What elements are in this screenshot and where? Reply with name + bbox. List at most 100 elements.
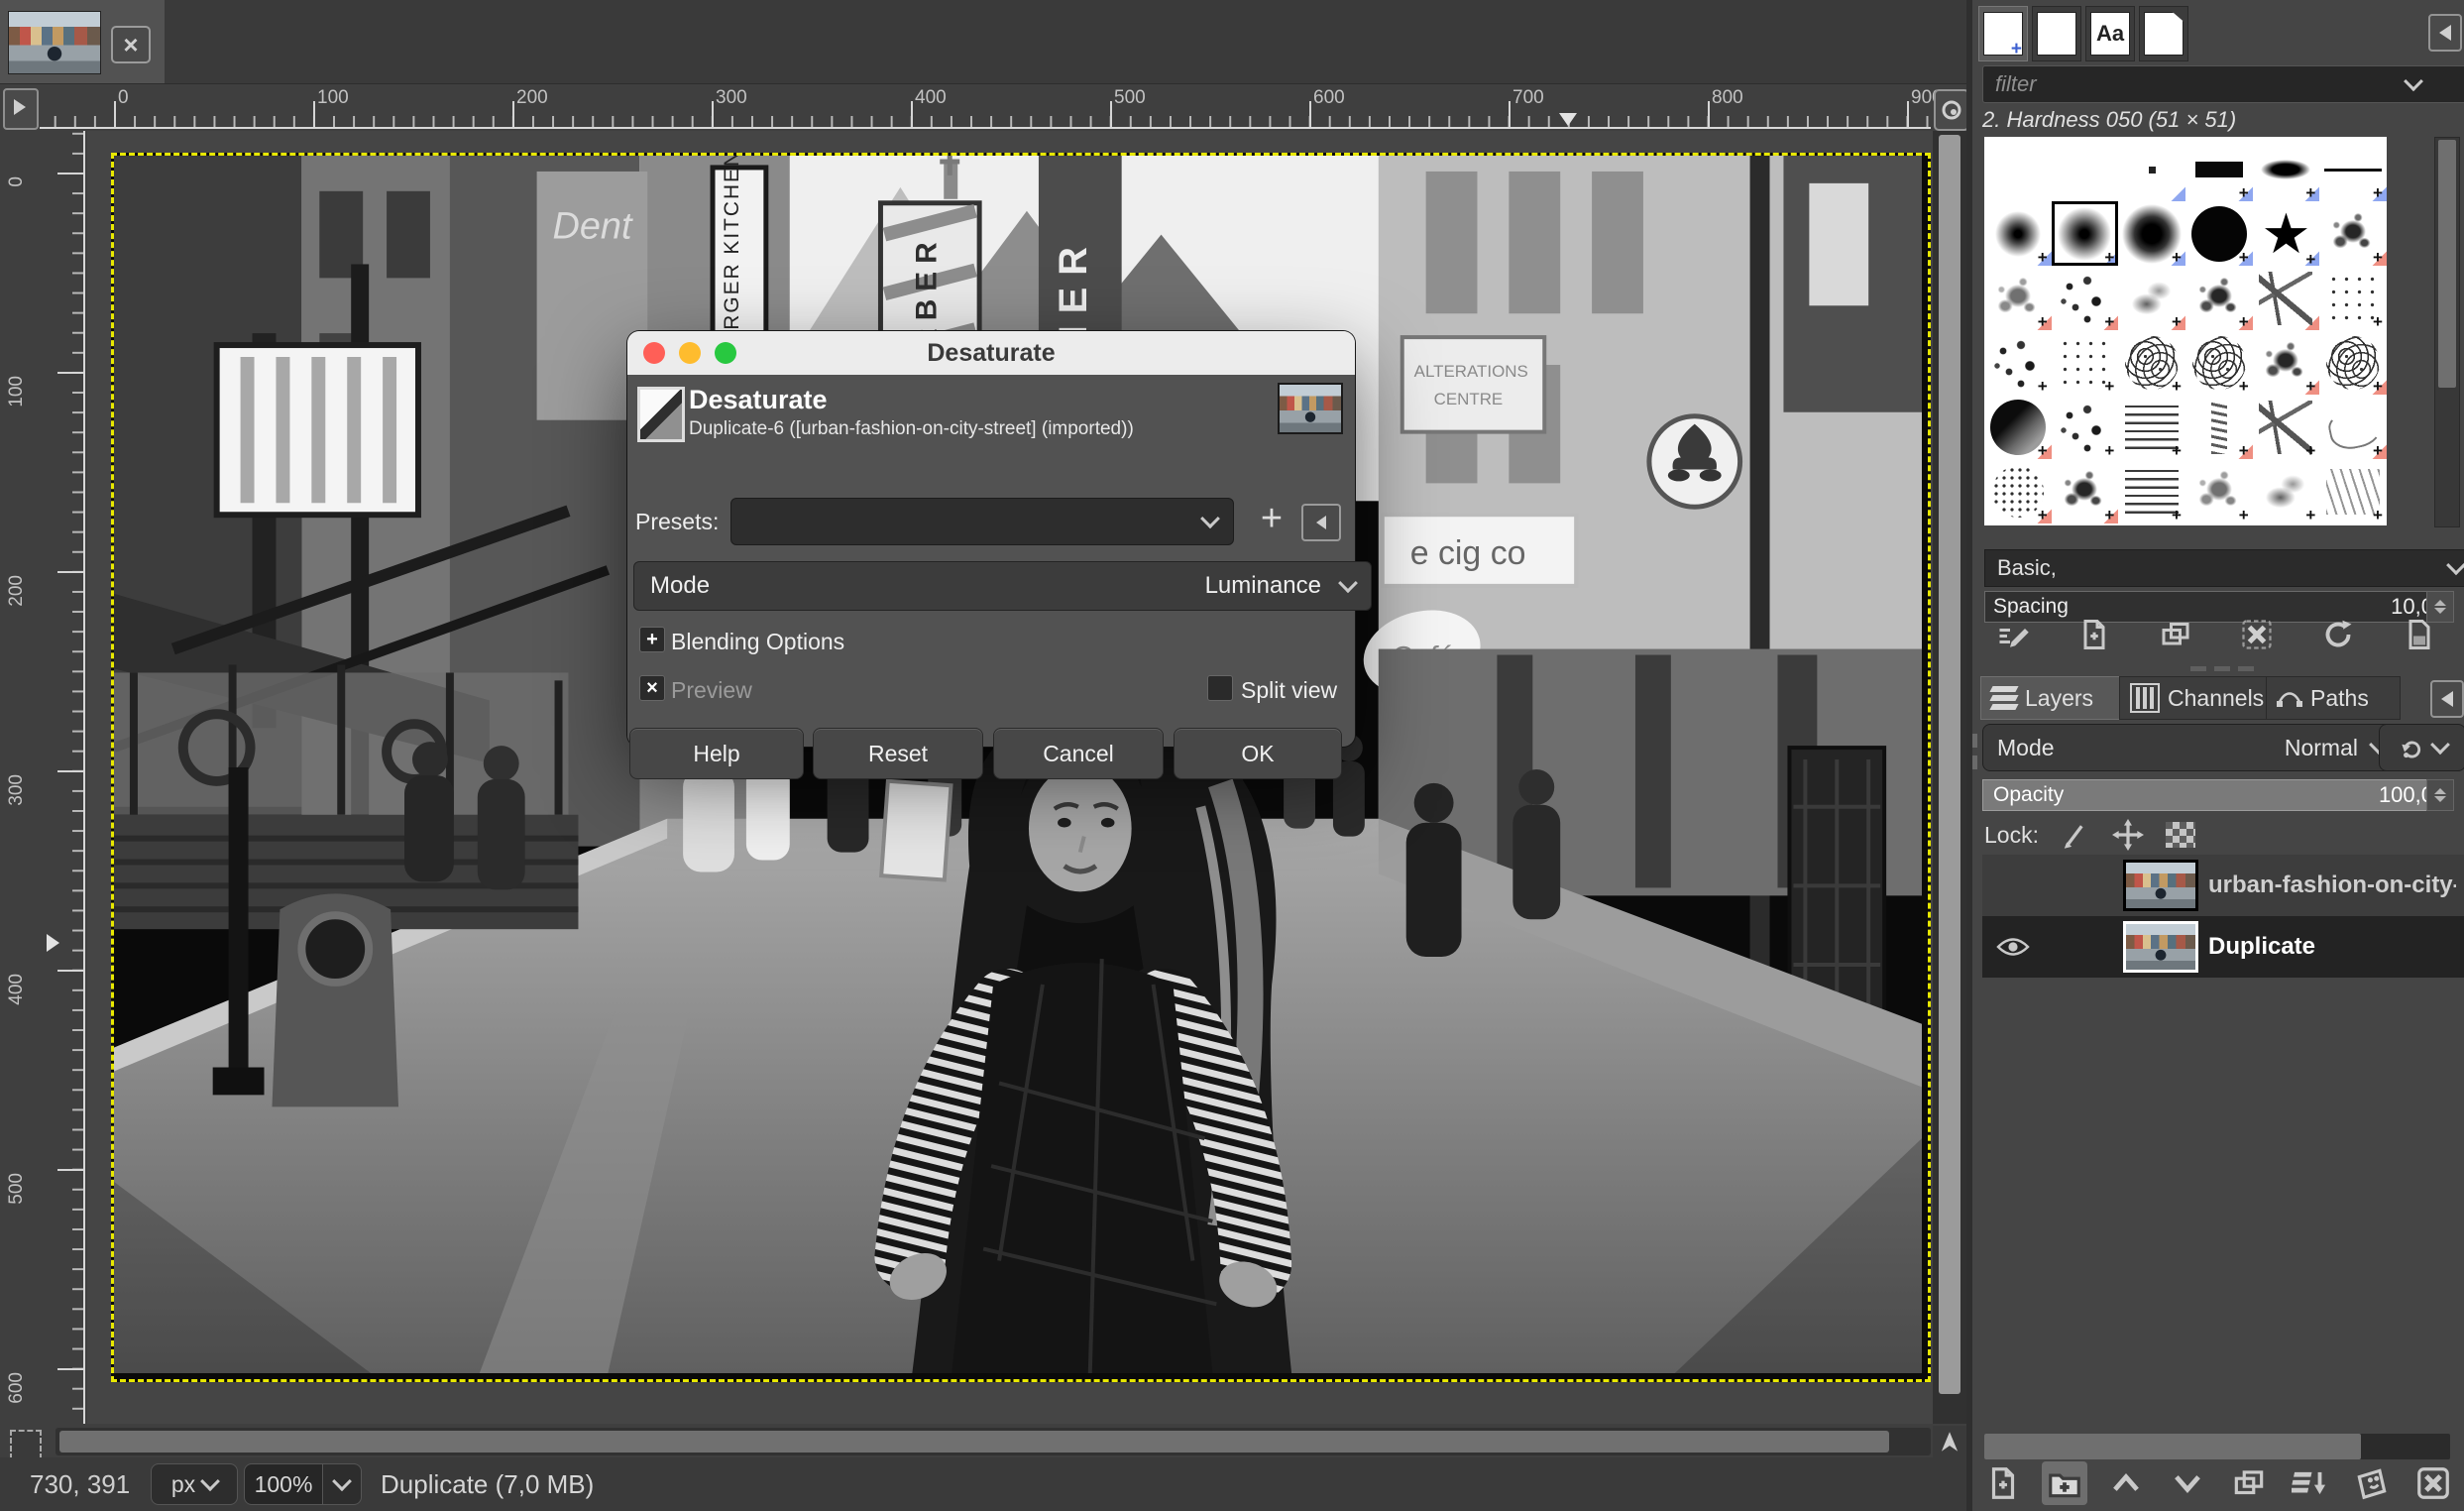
delete-brush-button[interactable] [2234, 613, 2280, 656]
dialog-titlebar[interactable]: Desaturate [627, 331, 1355, 375]
layer-list-scrollbar-thumb[interactable] [1984, 1434, 2361, 1459]
brush-swatch[interactable] [2118, 395, 2185, 461]
brush-swatch[interactable] [1984, 459, 2052, 525]
reset-button[interactable]: Reset [813, 728, 983, 779]
brush-swatch[interactable] [2184, 395, 2253, 461]
brush-swatch[interactable] [2051, 459, 2119, 525]
zoom-select[interactable] [322, 1463, 362, 1505]
add-preset-button[interactable]: + [1252, 496, 1291, 541]
layer-mode-switch-group[interactable] [2379, 724, 2464, 771]
brush-swatch[interactable] [2184, 137, 2253, 203]
zoom-traffic-button[interactable] [715, 342, 736, 364]
lower-layer-button[interactable] [2165, 1461, 2210, 1505]
horizontal-ruler[interactable]: 0 100 200 300 400 500 600 700 800 900 [40, 85, 1943, 131]
delete-layer-button[interactable] [2410, 1461, 2456, 1505]
brush-swatch[interactable]: ★ [2252, 201, 2320, 268]
cancel-button[interactable]: Cancel [993, 728, 1164, 779]
tab-channels[interactable]: Channels [2119, 676, 2284, 720]
brush-swatch[interactable] [2319, 137, 2387, 203]
unit-select[interactable]: px [151, 1463, 238, 1505]
lock-alpha-icon[interactable] [2165, 822, 2195, 848]
brush-swatch[interactable] [1984, 201, 2052, 268]
layer-row-selected[interactable]: Duplicate [1982, 916, 2464, 978]
vertical-scrollbar[interactable] [1933, 131, 1966, 1424]
brush-swatch[interactable] [2051, 395, 2119, 461]
merge-layer-button[interactable] [2288, 1461, 2333, 1505]
new-layer-button[interactable] [1980, 1461, 2026, 1505]
minimize-traffic-button[interactable] [679, 342, 701, 364]
tab-patterns[interactable] [2032, 6, 2081, 61]
brush-swatch[interactable] [2252, 137, 2320, 203]
preset-options-button[interactable] [1301, 504, 1341, 541]
brush-swatch[interactable] [2118, 266, 2185, 332]
tab-document-history[interactable] [2139, 6, 2188, 61]
brush-swatch[interactable] [2319, 201, 2387, 268]
brush-swatch[interactable] [2118, 330, 2185, 397]
zoom-follow-window-button[interactable] [1934, 89, 1969, 131]
tab-paths[interactable]: Paths [2266, 676, 2401, 720]
split-view-checkbox[interactable] [1207, 675, 1233, 701]
tab-fonts[interactable]: Aa [2085, 6, 2135, 61]
brush-swatch[interactable] [2184, 459, 2253, 525]
new-brush-button[interactable] [2072, 613, 2117, 656]
layers-menu-button[interactable] [2430, 680, 2464, 718]
brush-swatch[interactable] [1984, 137, 2052, 201]
tab-brushes[interactable] [1978, 6, 2028, 61]
brush-swatch[interactable] [2252, 395, 2320, 461]
opacity-spinner[interactable] [2426, 779, 2454, 811]
vertical-scrollbar-thumb[interactable] [1939, 135, 1960, 1394]
brush-swatch[interactable] [2118, 459, 2185, 525]
brush-swatch[interactable] [2319, 459, 2387, 525]
close-icon[interactable]: × [111, 26, 151, 63]
brush-filter-input[interactable] [1982, 65, 2464, 103]
brush-swatch[interactable] [2319, 266, 2387, 332]
tab-layers[interactable]: Layers [1980, 676, 2137, 720]
brush-swatch[interactable] [1984, 395, 2052, 461]
dock-menu-button[interactable] [2428, 14, 2462, 52]
brush-swatch[interactable] [1984, 330, 2052, 397]
layer-row[interactable]: urban-fashion-on-city-street [1982, 855, 2464, 916]
vertical-ruler[interactable]: 0 100 200 300 400 500 600 [0, 131, 87, 1424]
brush-grid-scrollbar-thumb[interactable] [2438, 140, 2456, 388]
close-traffic-button[interactable] [643, 342, 665, 364]
brush-swatch[interactable] [2184, 266, 2253, 332]
brush-swatch-selected[interactable] [2051, 201, 2119, 268]
refresh-brushes-button[interactable] [2315, 613, 2361, 656]
dock-resize-handle[interactable] [2190, 666, 2254, 671]
brush-swatch[interactable] [2051, 266, 2119, 332]
horizontal-scrollbar[interactable] [56, 1428, 1931, 1455]
open-brush-as-image-button[interactable] [2397, 613, 2442, 656]
brush-swatch[interactable] [2252, 459, 2320, 525]
edit-brush-button[interactable] [1990, 613, 2036, 656]
brush-group-select[interactable]: Basic, [1984, 549, 2464, 587]
panel-edge-handle[interactable] [1972, 734, 1977, 769]
brush-swatch[interactable] [2118, 201, 2185, 268]
ruler-origin-button[interactable] [3, 88, 39, 130]
ok-button[interactable]: OK [1174, 728, 1342, 779]
image-tab[interactable]: × [0, 0, 165, 83]
new-layer-group-button[interactable] [2042, 1461, 2087, 1505]
lock-pixels-brush-icon[interactable] [2061, 820, 2090, 850]
brush-swatch[interactable] [2319, 330, 2387, 397]
quick-mask-toggle[interactable] [10, 1430, 42, 1459]
brush-swatch[interactable] [1984, 266, 2052, 332]
brush-swatch[interactable] [2051, 137, 2119, 201]
presets-combo[interactable] [730, 498, 1234, 545]
zoom-level[interactable]: 100% [244, 1463, 323, 1505]
desaturate-mode-select[interactable]: Mode Luminance [633, 561, 1372, 611]
add-mask-button[interactable] [2349, 1461, 2395, 1505]
brush-swatch[interactable] [2184, 330, 2253, 397]
visibility-toggle[interactable] [1982, 935, 2044, 959]
horizontal-scrollbar-thumb[interactable] [59, 1431, 1889, 1453]
brush-swatch[interactable] [2319, 395, 2387, 461]
duplicate-layer-button[interactable] [2226, 1461, 2272, 1505]
raise-layer-button[interactable] [2103, 1461, 2149, 1505]
duplicate-brush-button[interactable] [2153, 613, 2198, 656]
brush-swatch[interactable] [2051, 330, 2119, 397]
blending-options-expander[interactable]: + [639, 627, 665, 652]
help-button[interactable]: Help [629, 728, 804, 779]
lock-position-move-icon[interactable] [2111, 819, 2144, 851]
layer-list-scrollbar[interactable] [1984, 1434, 2450, 1459]
brush-grid-scrollbar[interactable] [2434, 137, 2460, 527]
brush-swatch[interactable] [2252, 330, 2320, 397]
